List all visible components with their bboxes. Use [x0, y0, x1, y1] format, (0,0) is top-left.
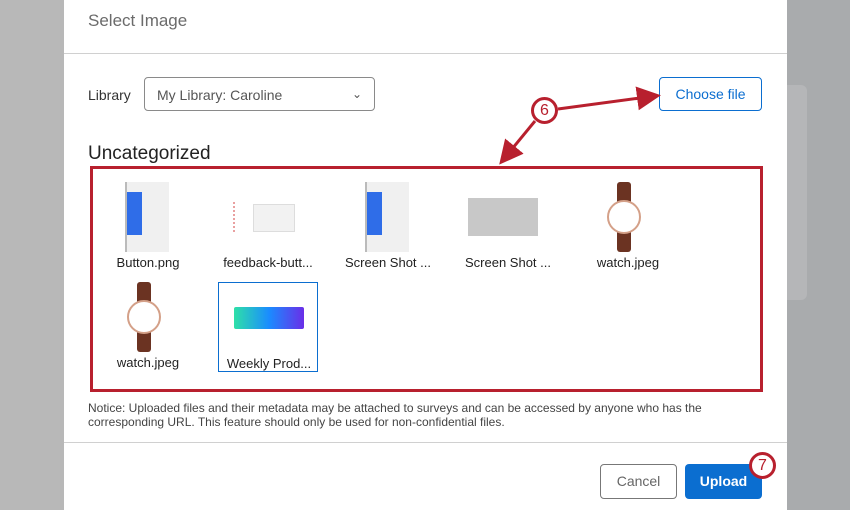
arrow-to-file-grid: [499, 120, 537, 165]
annotation-arrows: [499, 86, 661, 165]
annotation-step-7: 7: [749, 452, 776, 479]
arrow-to-choose-file: [557, 86, 661, 111]
annotation-step-6: 6: [531, 97, 558, 124]
